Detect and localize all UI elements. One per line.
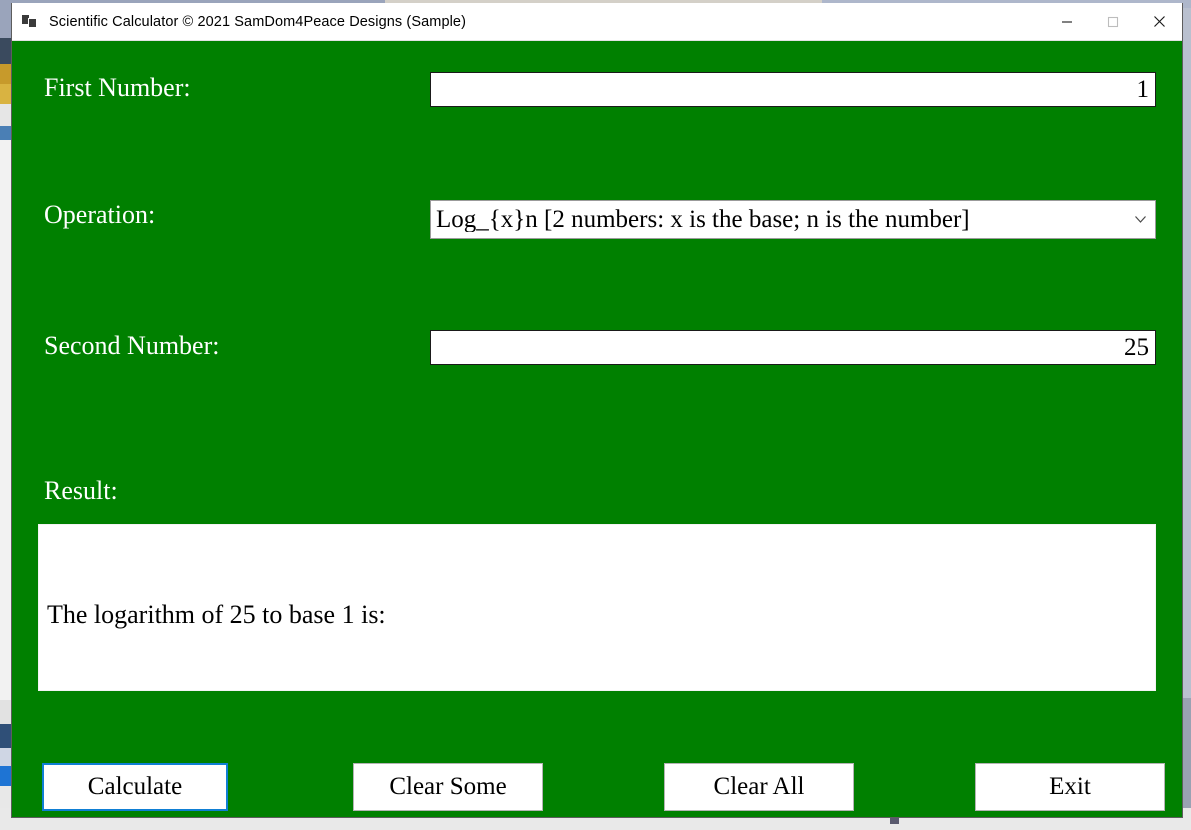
second-number-label: Second Number: [44,331,220,360]
operation-selected-value: Log_{x}n [2 numbers: x is the base; n is… [436,207,970,232]
app-icon [22,13,40,31]
background-window-left-sliver [0,8,11,830]
operation-label: Operation: [44,200,156,229]
title-bar[interactable]: Scientific Calculator © 2021 SamDom4Peac… [12,3,1182,41]
minimize-button[interactable] [1044,3,1090,40]
window-title: Scientific Calculator © 2021 SamDom4Peac… [49,13,467,30]
maximize-button[interactable] [1090,3,1136,40]
second-number-input[interactable] [430,330,1156,365]
close-icon [1153,16,1165,27]
close-button[interactable] [1136,3,1182,40]
result-output-box[interactable]: The logarithm of 25 to base 1 is: NaN [38,524,1156,691]
exit-button[interactable]: Exit [975,763,1165,811]
maximize-icon [1107,16,1119,27]
clear-all-button[interactable]: Clear All [664,763,854,811]
chevron-down-icon [1125,215,1155,224]
first-number-input[interactable] [430,72,1156,107]
calculate-button[interactable]: Calculate [42,763,228,811]
result-label: Result: [44,476,118,505]
first-number-label: First Number: [44,73,191,102]
clear-some-button[interactable]: Clear Some [353,763,543,811]
calculator-window: Scientific Calculator © 2021 SamDom4Peac… [11,3,1183,818]
minimize-icon [1062,20,1072,23]
background-window-right-sliver [1183,8,1191,830]
operation-select[interactable]: Log_{x}n [2 numbers: x is the base; n is… [430,200,1156,239]
screen: Scientific Calculator © 2021 SamDom4Peac… [0,0,1191,830]
result-line-1: The logarithm of 25 to base 1 is: [47,599,386,629]
